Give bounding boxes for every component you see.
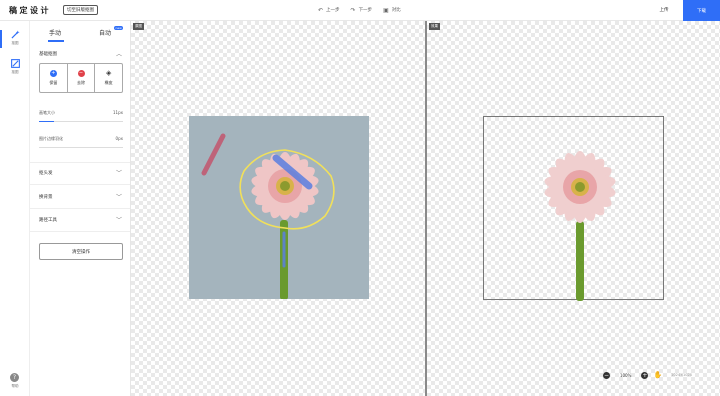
edit-toolbar: ↶ 上一步 ↷ 下一步 ▣ 对比 [318,0,401,20]
keep-brush-button[interactable]: + 保留 [40,64,68,92]
result-tag: 效果 [429,23,440,30]
section-basic-label: 基础抠图 [39,51,57,57]
compare-label: 对比 [391,8,401,13]
switch-old-version-button[interactable]: 切至旧版抠图 [63,5,98,15]
undo-button[interactable]: ↶ 上一步 [318,7,340,14]
download-button[interactable]: 下载 [683,0,720,21]
keep-icon: + [49,70,57,77]
redo-button[interactable]: ↷ 下一步 [351,7,373,14]
remove-icon: − [77,70,85,77]
section-replace-bg-label: 换背景 [39,194,53,200]
tab-auto[interactable]: 自动 [80,21,130,43]
eraser-label: 橡皮 [104,80,113,85]
rail-label-edit: 抠图 [11,70,19,74]
chevron-down-icon: ﹀ [115,217,122,224]
undo-label: 上一步 [326,8,340,13]
left-rail: 抠图 抠图 ? 帮助 [0,21,30,396]
zoom-controls: − 100% + ✋ 1024×1024 [603,371,692,379]
upload-button[interactable]: 上传 [646,0,682,20]
top-bar: 稿定设计 切至旧版抠图 ↶ 上一步 ↷ 下一步 ▣ 对比 上传 下载 [0,0,720,21]
eraser-brush-button[interactable]: ◈ 橡皮 [95,64,122,92]
zoom-in-button[interactable]: + [641,371,649,379]
image-size: 1024×1024 [671,373,692,377]
compare-button[interactable]: ▣ 对比 [383,7,401,14]
original-tag: 原图 [133,23,144,30]
brush-size-value: 11px [113,110,123,115]
redo-label: 下一步 [358,8,373,13]
chevron-down-icon: ﹀ [115,170,122,177]
tab-manual[interactable]: 手动 [30,21,80,43]
section-path-tool[interactable]: 路径工具 ﹀ [30,209,130,230]
rail-item-edit[interactable]: 抠图 [0,59,30,75]
edge-feather-label: 图片边缘羽化 [39,136,63,141]
help-label: 帮助 [11,384,19,388]
clear-operations-button[interactable]: 清空操作 [39,243,123,260]
eraser-icon: ◈ [105,69,113,77]
remove-label: 去除 [77,80,85,85]
remove-brush-button[interactable]: − 去除 [68,64,96,92]
result-frame[interactable] [483,116,664,301]
brush-group: + 保留 − 去除 ◈ 橡皮 [39,63,123,93]
result-canvas[interactable]: 效果 [427,21,720,396]
section-hair[interactable]: 抠头发 ﹀ [30,162,130,183]
mode-tabs: 手动 自动 new [30,21,130,43]
edge-feather-value: 0px [115,136,123,141]
chevron-up-icon: ︿ [115,51,122,58]
section-path-tool-label: 路径工具 [39,217,57,223]
chevron-down-icon: ﹀ [115,194,122,201]
zoom-level: 100% [620,372,632,378]
zoom-out-button[interactable]: − [603,371,610,379]
edge-feather-row: 图片边缘羽化 0px [39,136,123,142]
keep-label: 保留 [49,80,58,85]
image-edit-icon [10,59,20,68]
edge-feather-slider[interactable] [39,147,123,148]
brush-size-row: 画笔大小 11px [39,110,123,116]
divider [30,184,130,185]
brush-size-slider[interactable] [39,121,123,122]
app-logo: 稿定设计 [9,5,51,15]
brush-size-fill [39,121,55,122]
rail-label-cutout: 抠图 [11,41,19,45]
original-photo[interactable] [189,116,369,299]
hand-tool-icon[interactable]: ✋ [653,371,662,379]
magic-wand-icon [10,30,20,39]
section-hair-label: 抠头发 [39,170,53,176]
section-replace-bg[interactable]: 换背景 ﹀ [30,186,130,207]
compare-icon: ▣ [383,6,389,14]
divider [30,231,130,232]
help-icon[interactable]: ? [10,373,19,382]
undo-icon: ↶ [318,6,324,14]
settings-panel: 手动 自动 new 基础抠图 ︿ + 保留 − 去除 ◈ 橡皮 画笔大小 11p… [30,21,131,396]
rail-item-cutout[interactable]: 抠图 [0,30,30,48]
new-badge: new [114,26,124,30]
section-basic-cutout[interactable]: 基础抠图 ︿ [30,43,130,64]
brush-size-label: 画笔大小 [39,110,55,115]
original-canvas[interactable]: 原图 [131,21,425,396]
redo-icon: ↷ [350,6,356,14]
